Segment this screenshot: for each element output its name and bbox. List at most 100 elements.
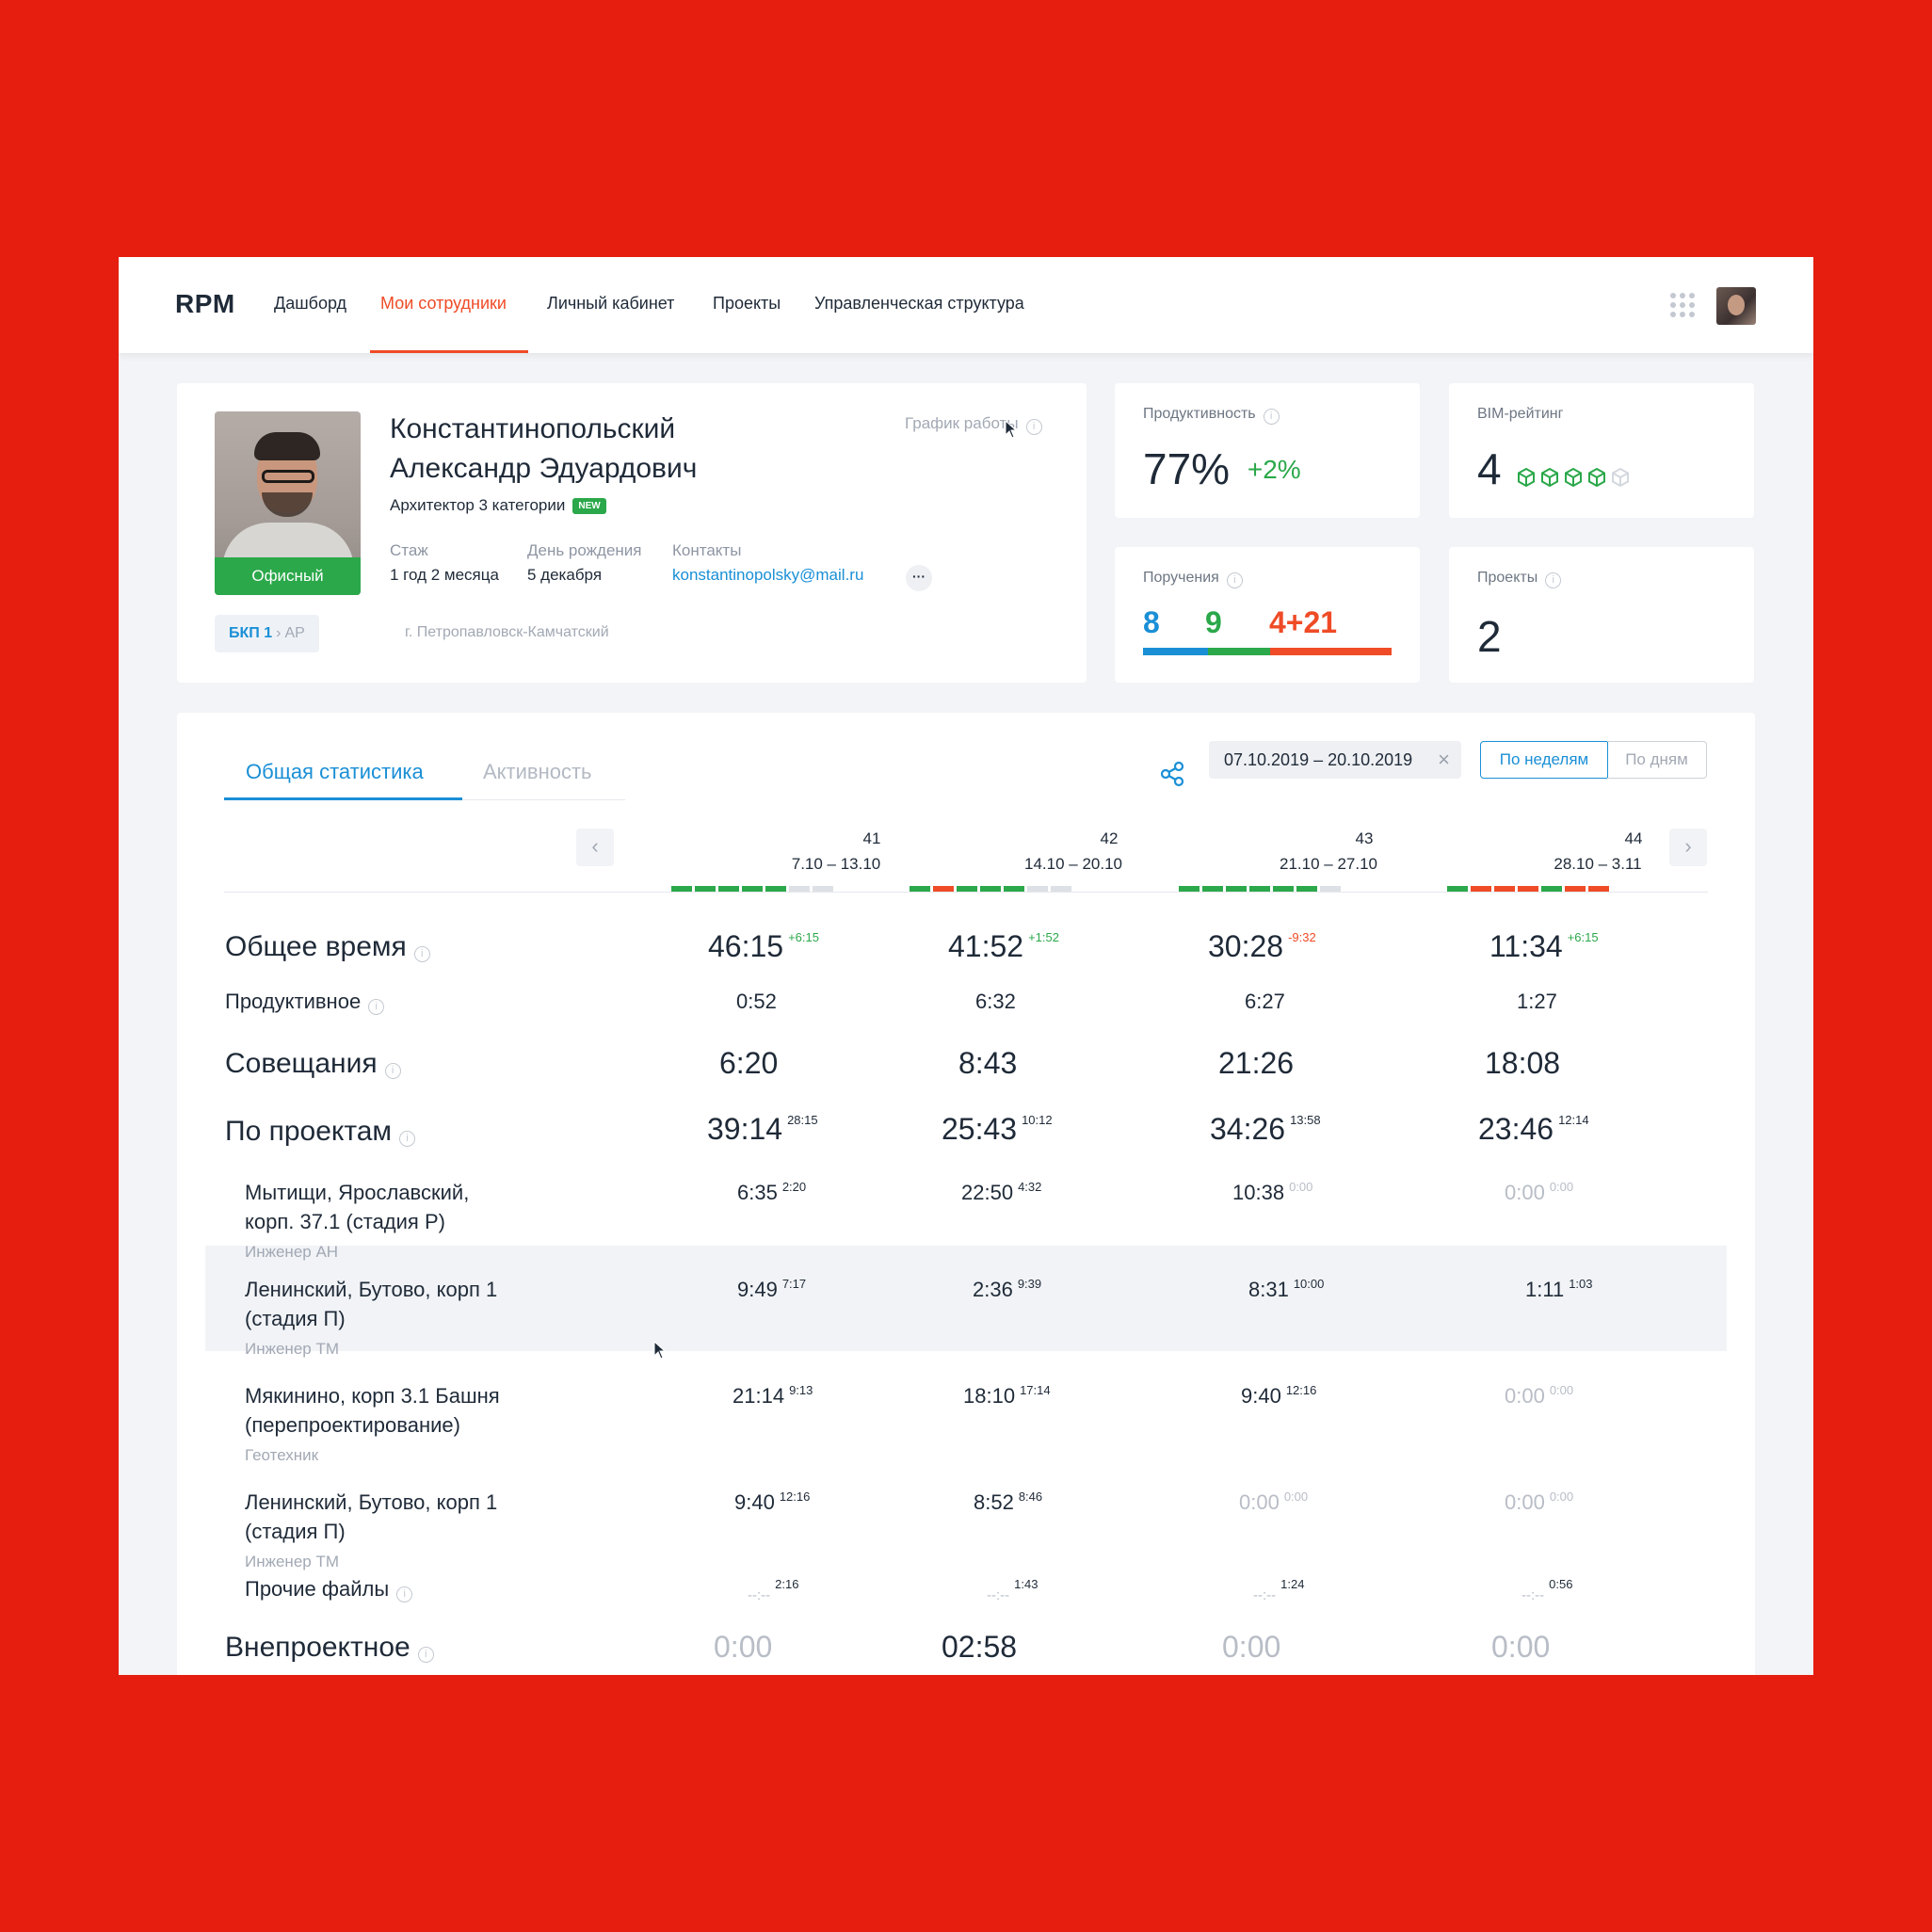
experience-value: 1 год 2 месяца bbox=[390, 566, 499, 584]
project-time-cell: 9:40 12:16 bbox=[734, 1489, 811, 1514]
project-time-cell: 0:00 0:00 bbox=[1505, 1180, 1574, 1204]
department-secondary: АР bbox=[284, 625, 305, 641]
work-schedule-link[interactable]: График работы i bbox=[905, 414, 1042, 435]
department-tag[interactable]: БКП 1 › АР bbox=[215, 615, 319, 652]
date-range-picker[interactable]: 07.10.2019 – 20.10.2019 × bbox=[1209, 741, 1461, 779]
cube-filled-icon bbox=[1518, 468, 1535, 487]
mode-by-weeks-button[interactable]: По неделям bbox=[1480, 741, 1608, 779]
share-icon[interactable] bbox=[1158, 760, 1186, 788]
cube-filled-icon bbox=[1565, 468, 1582, 487]
by-projects-cell: 34:26 13:58 bbox=[1210, 1112, 1321, 1146]
app-logo[interactable]: RPM bbox=[175, 289, 235, 319]
projects-label: Проекты i bbox=[1477, 570, 1562, 588]
tab-activity[interactable]: Активность bbox=[483, 760, 592, 784]
info-icon: i bbox=[368, 999, 385, 1015]
nav-personal-account[interactable]: Личный кабинет bbox=[547, 294, 674, 314]
week-number: 44 bbox=[1624, 829, 1643, 847]
other-files-cell: --:--2:16 bbox=[748, 1577, 799, 1603]
mouse-cursor-icon bbox=[1005, 420, 1018, 439]
other-files-cell: --:--1:43 bbox=[987, 1577, 1038, 1603]
mode-by-days-button[interactable]: По дням bbox=[1607, 741, 1707, 779]
productivity-card: Продуктивность i 77% +2% bbox=[1115, 383, 1420, 518]
birthday-label: День рождения bbox=[527, 541, 642, 559]
total-time-cell: 11:34 +6:15 bbox=[1489, 929, 1599, 963]
statistics-panel: Общая статистика Активность 07.10.2019 –… bbox=[177, 713, 1755, 1675]
nav-dashboard[interactable]: Дашборд bbox=[274, 294, 346, 314]
productive-cell: 0:52 bbox=[736, 990, 777, 1013]
meetings-cell: 6:20 bbox=[719, 1046, 779, 1080]
project-time-cell: 2:36 9:39 bbox=[973, 1277, 1042, 1301]
total-time-cell: 41:52 +1:52 bbox=[948, 929, 1059, 963]
week-range: 7.10 – 13.10 bbox=[791, 855, 881, 873]
prev-week-button[interactable]: ‹ bbox=[576, 829, 614, 866]
more-contacts-button[interactable]: ··· bbox=[906, 565, 932, 591]
row-label-other-files: Прочие файлы i bbox=[245, 1577, 413, 1602]
project-name[interactable]: Мякинино, корп 3.1 Башня (перепроектирова… bbox=[245, 1381, 500, 1440]
new-badge: NEW bbox=[572, 498, 606, 514]
row-label-meetings: Совещания i bbox=[225, 1048, 401, 1080]
tasks-blue-count[interactable]: 8 bbox=[1143, 605, 1160, 640]
email-link[interactable]: konstantinopolsky@mail.ru bbox=[672, 566, 863, 585]
project-role: Инженер АН bbox=[245, 1243, 339, 1261]
project-time-cell: 9:49 7:17 bbox=[737, 1277, 807, 1301]
tasks-green-count[interactable]: 9 bbox=[1205, 605, 1222, 640]
total-time-cell: 46:15 +6:15 bbox=[708, 929, 819, 963]
table-header-divider bbox=[224, 892, 1708, 893]
info-icon: i bbox=[417, 1647, 434, 1663]
project-time-cell: 0:00 0:00 bbox=[1505, 1489, 1574, 1514]
week-range: 28.10 – 3.11 bbox=[1554, 855, 1642, 873]
role-text: Архитектор 3 категории bbox=[390, 496, 566, 514]
info-icon: i bbox=[399, 1131, 416, 1147]
by-projects-cell: 25:43 10:12 bbox=[942, 1112, 1053, 1146]
work-mode-badge: Офисный bbox=[215, 557, 361, 595]
total-time-cell: 30:28 -9:32 bbox=[1208, 929, 1316, 963]
employee-city: г. Петропавловск-Камчатский bbox=[405, 624, 609, 640]
productivity-value: 77% +2% bbox=[1143, 444, 1301, 493]
project-role: Геотехник bbox=[245, 1446, 319, 1464]
week-range: 21.10 – 27.10 bbox=[1280, 855, 1377, 873]
department-primary: БКП 1 bbox=[229, 625, 273, 641]
employee-name: Константинопольский Александр Эдуардович bbox=[390, 410, 879, 489]
productive-cell: 6:27 bbox=[1245, 990, 1285, 1013]
tab-general-statistics[interactable]: Общая статистика bbox=[246, 760, 424, 784]
nav-projects[interactable]: Проекты bbox=[713, 294, 781, 314]
top-nav-bar: RPM Дашборд Мои сотрудники Личный кабине… bbox=[119, 257, 1813, 353]
productive-cell: 6:32 bbox=[975, 990, 1016, 1013]
project-name[interactable]: Ленинский, Бутово, корп 1 (стадия П) bbox=[245, 1275, 497, 1333]
employee-surname: Константинопольский bbox=[390, 413, 676, 444]
info-icon: i bbox=[1545, 572, 1562, 588]
project-time-cell: 6:35 2:20 bbox=[737, 1180, 807, 1204]
project-name[interactable]: Ленинский, Бутово, корп 1 (стадия П) bbox=[245, 1488, 497, 1546]
tasks-label: Поручения i bbox=[1143, 570, 1243, 588]
tasks-progress-bar bbox=[1143, 648, 1392, 655]
nav-my-employees[interactable]: Мои сотрудники bbox=[380, 294, 507, 314]
project-time-cell: 22:50 4:32 bbox=[961, 1180, 1042, 1204]
info-icon: i bbox=[1226, 572, 1243, 588]
tasks-bar-segment bbox=[1207, 648, 1270, 655]
tasks-card: Поручения i 8 9 4+21 bbox=[1115, 547, 1420, 683]
apps-grid-icon[interactable] bbox=[1670, 293, 1695, 317]
tasks-red-count[interactable]: 4+21 bbox=[1269, 605, 1337, 640]
user-avatar[interactable] bbox=[1716, 287, 1756, 325]
cube-filled-icon bbox=[1588, 468, 1605, 487]
employee-given-name: Александр Эдуардович bbox=[390, 453, 698, 484]
week-range: 14.10 – 20.10 bbox=[1024, 855, 1122, 873]
birthday-value: 5 декабря bbox=[527, 566, 603, 584]
clear-date-icon[interactable]: × bbox=[1438, 741, 1450, 779]
project-time-cell: 21:14 9:13 bbox=[733, 1383, 813, 1408]
date-range-text: 07.10.2019 – 20.10.2019 bbox=[1224, 750, 1413, 769]
project-name[interactable]: Мытищи, Ярославский, корп. 37.1 (стадия Р… bbox=[245, 1178, 469, 1236]
employee-role: Архитектор 3 категории NEW bbox=[390, 496, 606, 515]
other-files-cell: --:--0:56 bbox=[1521, 1577, 1573, 1603]
info-icon: i bbox=[1025, 419, 1042, 435]
project-time-cell: 0:00 0:00 bbox=[1239, 1489, 1309, 1514]
chevron-right-icon: › bbox=[276, 625, 282, 641]
row-label-productive: Продуктивное i bbox=[225, 990, 385, 1015]
meetings-cell: 18:08 bbox=[1485, 1046, 1561, 1080]
project-time-cell: 8:31 10:00 bbox=[1248, 1277, 1325, 1301]
nav-management-structure[interactable]: Управленческая структура bbox=[814, 294, 1024, 314]
info-icon: i bbox=[384, 1063, 401, 1079]
project-time-cell: 0:00 0:00 bbox=[1505, 1383, 1574, 1408]
non-project-cell: 0:00 bbox=[714, 1630, 773, 1664]
by-projects-cell: 39:14 28:15 bbox=[707, 1112, 818, 1146]
